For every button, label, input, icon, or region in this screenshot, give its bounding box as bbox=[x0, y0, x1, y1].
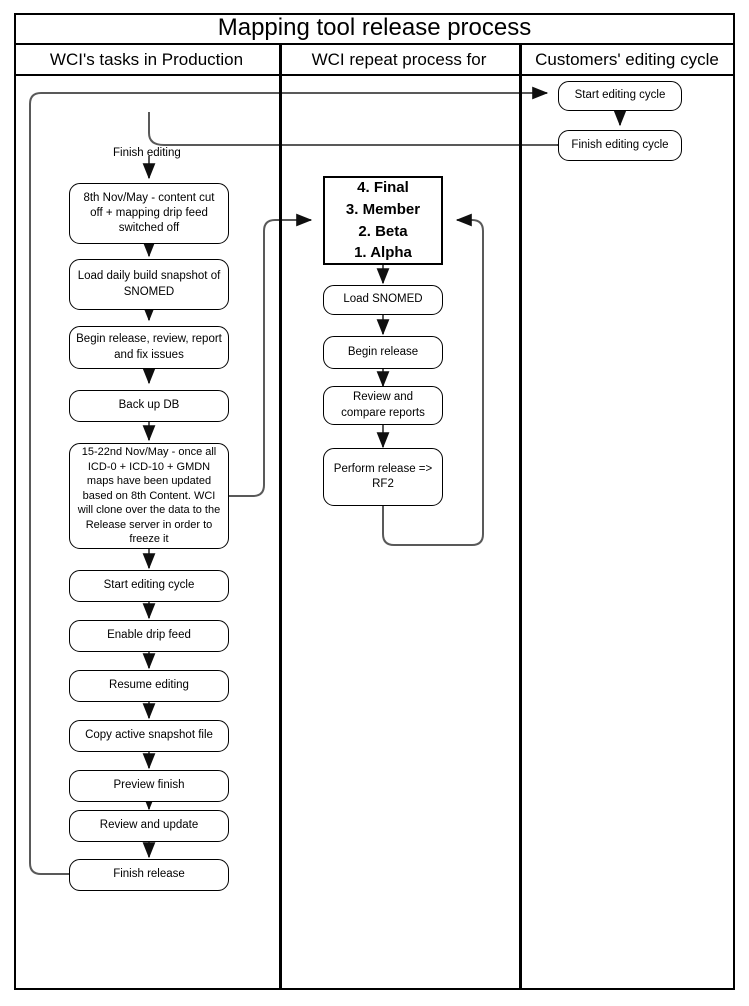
node-perform-release-rf2[interactable]: Perform release => RF2 bbox=[323, 448, 443, 506]
node-start-editing-cycle-prod[interactable]: Start editing cycle bbox=[69, 570, 229, 602]
node-load-snomed[interactable]: Load SNOMED bbox=[323, 285, 443, 315]
node-finish-editing-cycle[interactable]: Finish editing cycle bbox=[558, 130, 682, 161]
node-finish-release[interactable]: Finish release bbox=[69, 859, 229, 891]
diagram-title: Mapping tool release process bbox=[14, 13, 735, 45]
diagram-canvas: Mapping tool release process WCI's tasks… bbox=[0, 0, 749, 1006]
lane-header-production: WCI's tasks in Production bbox=[14, 45, 279, 76]
node-enable-drip-feed[interactable]: Enable drip feed bbox=[69, 620, 229, 652]
lane-header-customers: Customers' editing cycle bbox=[519, 45, 735, 76]
node-review-and-update[interactable]: Review and update bbox=[69, 810, 229, 842]
node-copy-active-snapshot[interactable]: Copy active snapshot file bbox=[69, 720, 229, 752]
node-back-up-db[interactable]: Back up DB bbox=[69, 390, 229, 422]
lane-divider-1 bbox=[279, 45, 282, 989]
node-start-editing-cycle[interactable]: Start editing cycle bbox=[558, 81, 682, 111]
node-resume-editing[interactable]: Resume editing bbox=[69, 670, 229, 702]
lane-header-repeat: WCI repeat process for bbox=[279, 45, 519, 76]
node-release-stages[interactable]: 4. Final 3. Member 2. Beta 1. Alpha bbox=[323, 176, 443, 265]
node-maps-updated-clone[interactable]: 15-22nd Nov/May - once all ICD-0 + ICD-1… bbox=[69, 443, 229, 549]
node-content-cut-off[interactable]: 8th Nov/May - content cut off + mapping … bbox=[69, 183, 229, 244]
node-begin-release-review[interactable]: Begin release, review, report and fix is… bbox=[69, 326, 229, 369]
lane-divider-2 bbox=[519, 45, 522, 989]
edge-label-finish-editing: Finish editing bbox=[113, 147, 181, 159]
node-preview-finish[interactable]: Preview finish bbox=[69, 770, 229, 802]
node-review-compare-reports[interactable]: Review and compare reports bbox=[323, 386, 443, 425]
node-begin-release[interactable]: Begin release bbox=[323, 336, 443, 369]
node-load-daily-build[interactable]: Load daily build snapshot of SNOMED bbox=[69, 259, 229, 310]
